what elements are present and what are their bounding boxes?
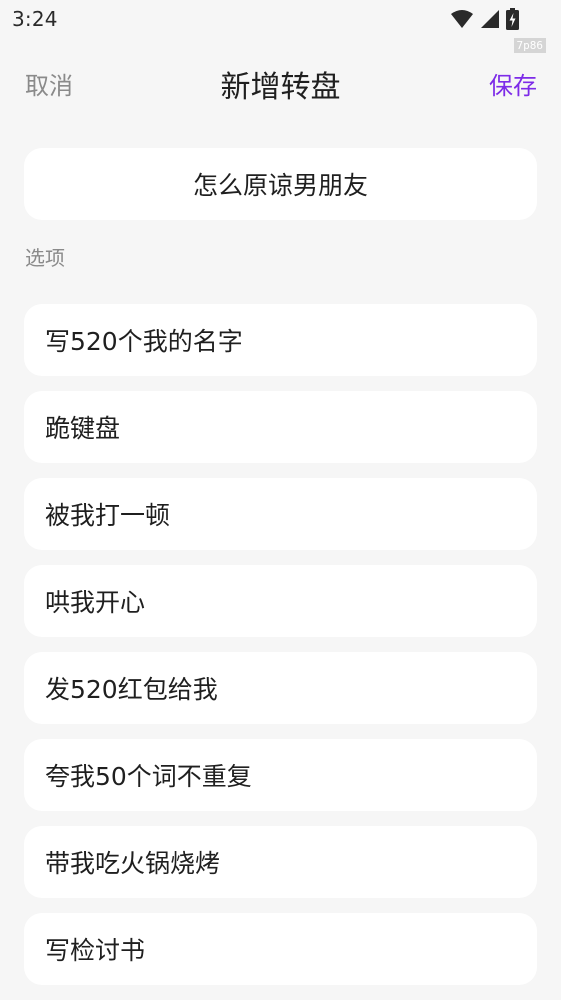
option-item	[24, 652, 537, 724]
options-list	[24, 304, 537, 1000]
options-section-label: 选项	[25, 246, 65, 270]
option-item	[24, 565, 537, 637]
status-bar: 3:24 7p86	[0, 0, 561, 53]
app-header: 取消 新增转盘 保存	[0, 56, 561, 108]
option-input[interactable]	[43, 759, 537, 791]
signal-icon	[480, 9, 500, 29]
option-input[interactable]	[43, 933, 537, 965]
option-input[interactable]	[43, 585, 537, 617]
option-item	[24, 739, 537, 811]
page-title: 新增转盘	[220, 70, 341, 105]
status-time: 3:24	[12, 7, 58, 31]
battery-charging-icon	[506, 8, 519, 30]
wifi-icon	[450, 8, 474, 30]
option-input[interactable]	[43, 411, 537, 443]
option-input[interactable]	[43, 498, 537, 530]
debug-badge: 7p86	[513, 38, 546, 53]
option-input[interactable]	[43, 672, 537, 704]
save-button[interactable]: 保存	[489, 66, 537, 101]
wheel-title-card	[24, 148, 537, 220]
option-item	[24, 826, 537, 898]
status-icons	[450, 8, 519, 30]
wheel-title-input[interactable]	[24, 168, 537, 200]
option-item	[24, 913, 537, 985]
option-item	[24, 304, 537, 376]
option-input[interactable]	[43, 324, 537, 356]
option-input[interactable]	[43, 846, 537, 878]
option-item	[24, 391, 537, 463]
option-item	[24, 478, 537, 550]
